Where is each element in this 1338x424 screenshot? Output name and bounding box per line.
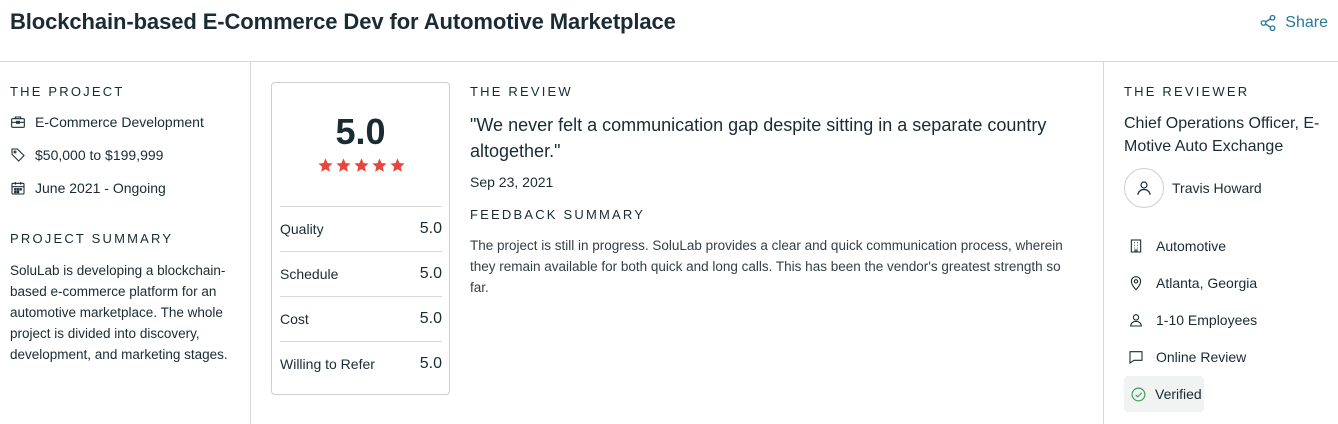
review-section-label: THE REVIEW <box>470 84 573 99</box>
score-row-schedule: Schedule 5.0 <box>280 251 442 296</box>
score-row-quality: Quality 5.0 <box>280 206 442 251</box>
reviewer-company-size-text: 1-10 Employees <box>1156 312 1258 328</box>
project-budget: $50,000 to $199,999 <box>10 147 163 163</box>
share-icon <box>1260 14 1276 32</box>
reviewer-industry: Automotive <box>1128 238 1226 254</box>
score-value: 5.0 <box>419 220 442 237</box>
reviewer-title: Chief Operations Officer, E-Motive Auto … <box>1124 115 1320 155</box>
reviewer-review-type-text: Online Review <box>1156 349 1247 365</box>
building-icon <box>1130 239 1142 253</box>
project-service-text: E-Commerce Development <box>35 114 204 130</box>
project-section-label: THE PROJECT <box>10 84 125 99</box>
feedback-summary-text: The project is still in progress. SoluLa… <box>470 238 1063 295</box>
share-label: Share <box>1285 14 1328 31</box>
score-value: 5.0 <box>419 355 442 372</box>
person-icon <box>1130 314 1142 327</box>
reviewer-industry-text: Automotive <box>1156 238 1227 254</box>
page-header: Blockchain-based E-Commerce Dev for Auto… <box>0 0 1338 62</box>
star-icon <box>318 158 333 172</box>
review-quote: "We never felt a communication gap despi… <box>470 115 1047 161</box>
review-column: 5.0 Quality 5.0 Schedule 5.0 Cost 5.0 Wi… <box>251 62 1104 424</box>
verified-label: Verified <box>1155 386 1202 402</box>
review-date: Sep 23, 2021 <box>470 174 554 190</box>
reviewer-company-size: 1-10 Employees <box>1128 312 1257 328</box>
score-name: Schedule <box>280 266 339 282</box>
star-icon <box>390 158 405 172</box>
check-circle-icon <box>1131 387 1146 401</box>
score-name: Quality <box>280 221 324 237</box>
reviewer-column: THE REVIEWER Chief Operations Officer, E… <box>1104 62 1338 424</box>
location-pin-icon <box>1130 276 1142 291</box>
overall-rating: 5.0 <box>335 111 386 152</box>
avatar <box>1124 168 1164 208</box>
star-icon <box>354 158 369 172</box>
score-name: Willing to Refer <box>280 356 375 372</box>
project-service: E-Commerce Development <box>10 114 204 130</box>
reviewer-location-text: Atlanta, Georgia <box>1156 275 1258 291</box>
project-timeline: June 2021 - Ongoing <box>10 180 166 196</box>
user-icon <box>1137 181 1151 195</box>
price-tag-icon <box>11 148 25 162</box>
rating-card: 5.0 Quality 5.0 Schedule 5.0 Cost 5.0 Wi… <box>271 82 450 395</box>
project-summary-text: SoluLab is developing a blockchain-based… <box>10 263 228 362</box>
chat-bubble-icon <box>1129 351 1143 364</box>
reviewer-section-label: THE REVIEWER <box>1124 84 1250 99</box>
project-timeline-text: June 2021 - Ongoing <box>35 180 166 196</box>
score-value: 5.0 <box>419 265 442 282</box>
reviewer-name: Travis Howard <box>1172 180 1262 196</box>
calendar-icon <box>11 182 25 195</box>
share-button[interactable]: Share <box>1259 14 1328 32</box>
project-summary-label: PROJECT SUMMARY <box>10 231 174 246</box>
page-title: Blockchain-based E-Commerce Dev for Auto… <box>10 9 676 34</box>
star-rating <box>317 157 406 174</box>
project-budget-text: $50,000 to $199,999 <box>35 147 164 163</box>
feedback-summary-label: FEEDBACK SUMMARY <box>470 207 646 222</box>
briefcase-icon <box>11 116 25 128</box>
score-row-willing-to-refer: Willing to Refer 5.0 <box>280 341 442 386</box>
reviewer-location: Atlanta, Georgia <box>1128 275 1257 291</box>
star-icon <box>336 158 351 172</box>
verified-badge: Verified <box>1124 376 1204 412</box>
project-column: THE PROJECT E-Commerce Development $50,0… <box>0 62 251 424</box>
score-name: Cost <box>280 311 309 327</box>
score-row-cost: Cost 5.0 <box>280 296 442 341</box>
score-value: 5.0 <box>419 310 442 327</box>
star-icon <box>372 158 387 172</box>
reviewer-review-type: Online Review <box>1128 349 1246 365</box>
